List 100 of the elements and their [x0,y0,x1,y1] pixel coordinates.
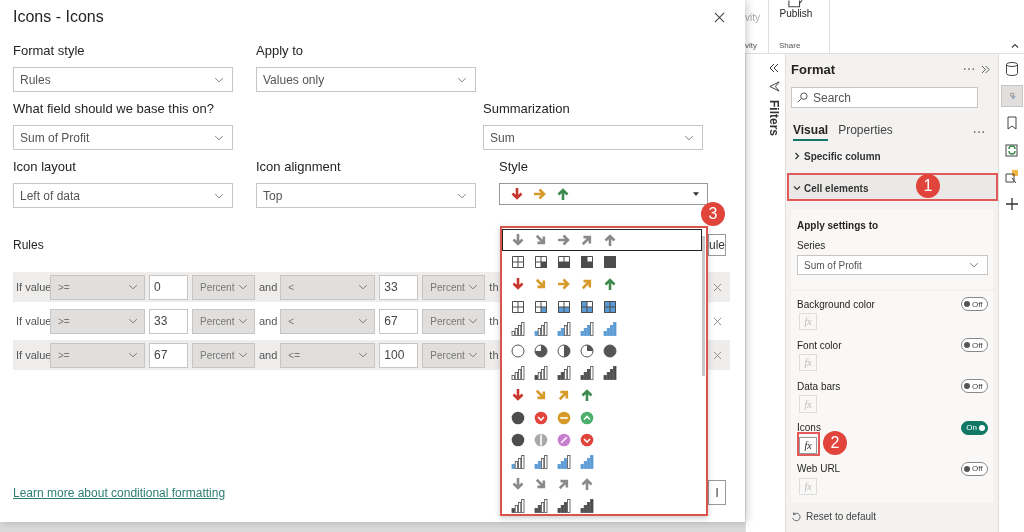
value-field[interactable]: 100 [379,342,419,368]
field-label: Format style [13,42,86,60]
chevron-down-icon [457,76,467,83]
delete-icon[interactable] [713,316,722,326]
rule-text: and [259,281,278,293]
field-label: Style [499,158,529,176]
icon-set-option[interactable] [502,229,702,252]
signal-bars-icon [534,321,548,336]
chevron-down-icon [468,352,479,358]
value-field[interactable]: 0 [149,274,188,300]
signal-bars-icon [580,499,594,514]
signal-bars-icon [511,366,525,381]
rules-label: Rules [13,238,44,252]
arrow-icon [603,277,617,292]
reset-link[interactable]: Reset to default [806,511,877,522]
toggle-switch[interactable]: Off [961,338,988,353]
pie-icon [511,344,525,359]
tab[interactable]: Properties [838,123,893,141]
grid-icon [534,299,548,314]
operator-dropdown[interactable]: < [280,308,376,334]
unit-dropdown[interactable]: Percent [192,308,255,334]
collapse-ribbon-icon[interactable] [1011,43,1019,48]
help-link[interactable]: Learn more about conditional formatting [13,485,226,500]
value-field[interactable]: 33 [149,308,188,334]
value-field[interactable]: 33 [379,274,419,300]
dropdown[interactable]: Rules [13,67,233,92]
chevron-down-icon [793,184,801,192]
signal-bars-icon [603,321,617,336]
reset-icon[interactable] [791,511,801,522]
search-field[interactable]: Search [791,87,978,108]
close-icon[interactable] [714,11,725,23]
section-header[interactable]: Specific column [791,143,993,169]
arrow-icon [580,233,594,248]
chevron-down-icon [128,284,138,290]
field-label: Icon alignment [256,158,342,176]
grid-icon [557,255,571,270]
field-label: What field should we base this on? [13,100,215,118]
signal-bars-icon [534,454,548,469]
status-circle-icon [557,432,571,447]
collapse-icon[interactable] [981,64,990,74]
grid-icon [511,255,525,270]
dropdown[interactable]: Top [256,183,476,208]
more-icon[interactable] [963,67,975,71]
style-dropdown[interactable] [499,183,708,205]
tab[interactable]: Visual [793,123,829,141]
status-circle-icon [534,432,548,447]
unit-dropdown[interactable]: Percent [422,274,486,300]
rule-text: th [489,315,499,327]
operator-dropdown[interactable]: < [280,274,376,300]
dropdown[interactable]: Sum [483,125,703,150]
field-label: Icon layout [13,158,77,176]
dropdown[interactable]: Sum of Profit [13,125,233,150]
grid-icon [511,299,525,314]
dropdown[interactable]: Values only [256,67,476,92]
toggle-switch[interactable]: On [961,420,988,435]
filters-title[interactable]: Filters [767,100,781,136]
value-field[interactable]: 67 [379,308,419,334]
card-title: Apply settings to [797,220,880,231]
chevron-down-icon [214,76,224,83]
toggle-switch[interactable]: Off [961,297,988,311]
setting-label: Web URL [797,463,841,475]
unit-dropdown[interactable]: Percent [192,274,255,300]
grid-icon [603,255,617,270]
value-field[interactable]: 67 [149,342,188,368]
arrow-icon [511,233,525,248]
setting-label: Data bars [797,380,841,392]
delete-icon[interactable] [713,282,722,292]
chevron-down-icon [468,318,479,324]
unit-dropdown[interactable]: Percent [192,342,255,368]
new-rule-button[interactable]: ule [708,234,726,256]
chevron-down-icon [128,318,138,324]
rule-text: and [259,315,278,327]
arrow-icon [557,388,571,403]
status-circle-icon [511,432,525,447]
dropdown[interactable]: Left of data [13,183,233,208]
unit-dropdown[interactable]: Percent [422,308,486,334]
arrow-icon [580,277,594,292]
delete-icon[interactable] [713,350,722,360]
more-icon[interactable] [973,130,985,134]
arrow-icon [580,477,594,492]
arrow-icon [557,277,571,292]
status-circle-icon [557,410,571,425]
unit-dropdown[interactable]: Percent [422,342,486,368]
publish-button[interactable]: Publish [779,0,813,19]
ribbon-group-label: vity [745,41,758,50]
expand-icon[interactable] [769,63,779,73]
arrow-icon [533,187,547,201]
toggle-switch[interactable]: Off [961,461,988,476]
pane-title: Format [791,61,837,77]
fx-button[interactable]: fx [799,436,817,454]
arrow-icon [511,277,525,292]
cancel-button[interactable]: l [708,480,726,505]
chevron-down-icon [128,352,138,358]
chevron-down-icon [238,284,248,290]
toggle-switch[interactable]: Off [961,379,988,394]
scrollbar[interactable] [702,236,705,376]
series-dropdown[interactable]: Sum of Profit [797,255,988,275]
rule-text: and [259,349,278,361]
signal-bars-icon [580,454,594,469]
publish-icon [788,0,804,8]
